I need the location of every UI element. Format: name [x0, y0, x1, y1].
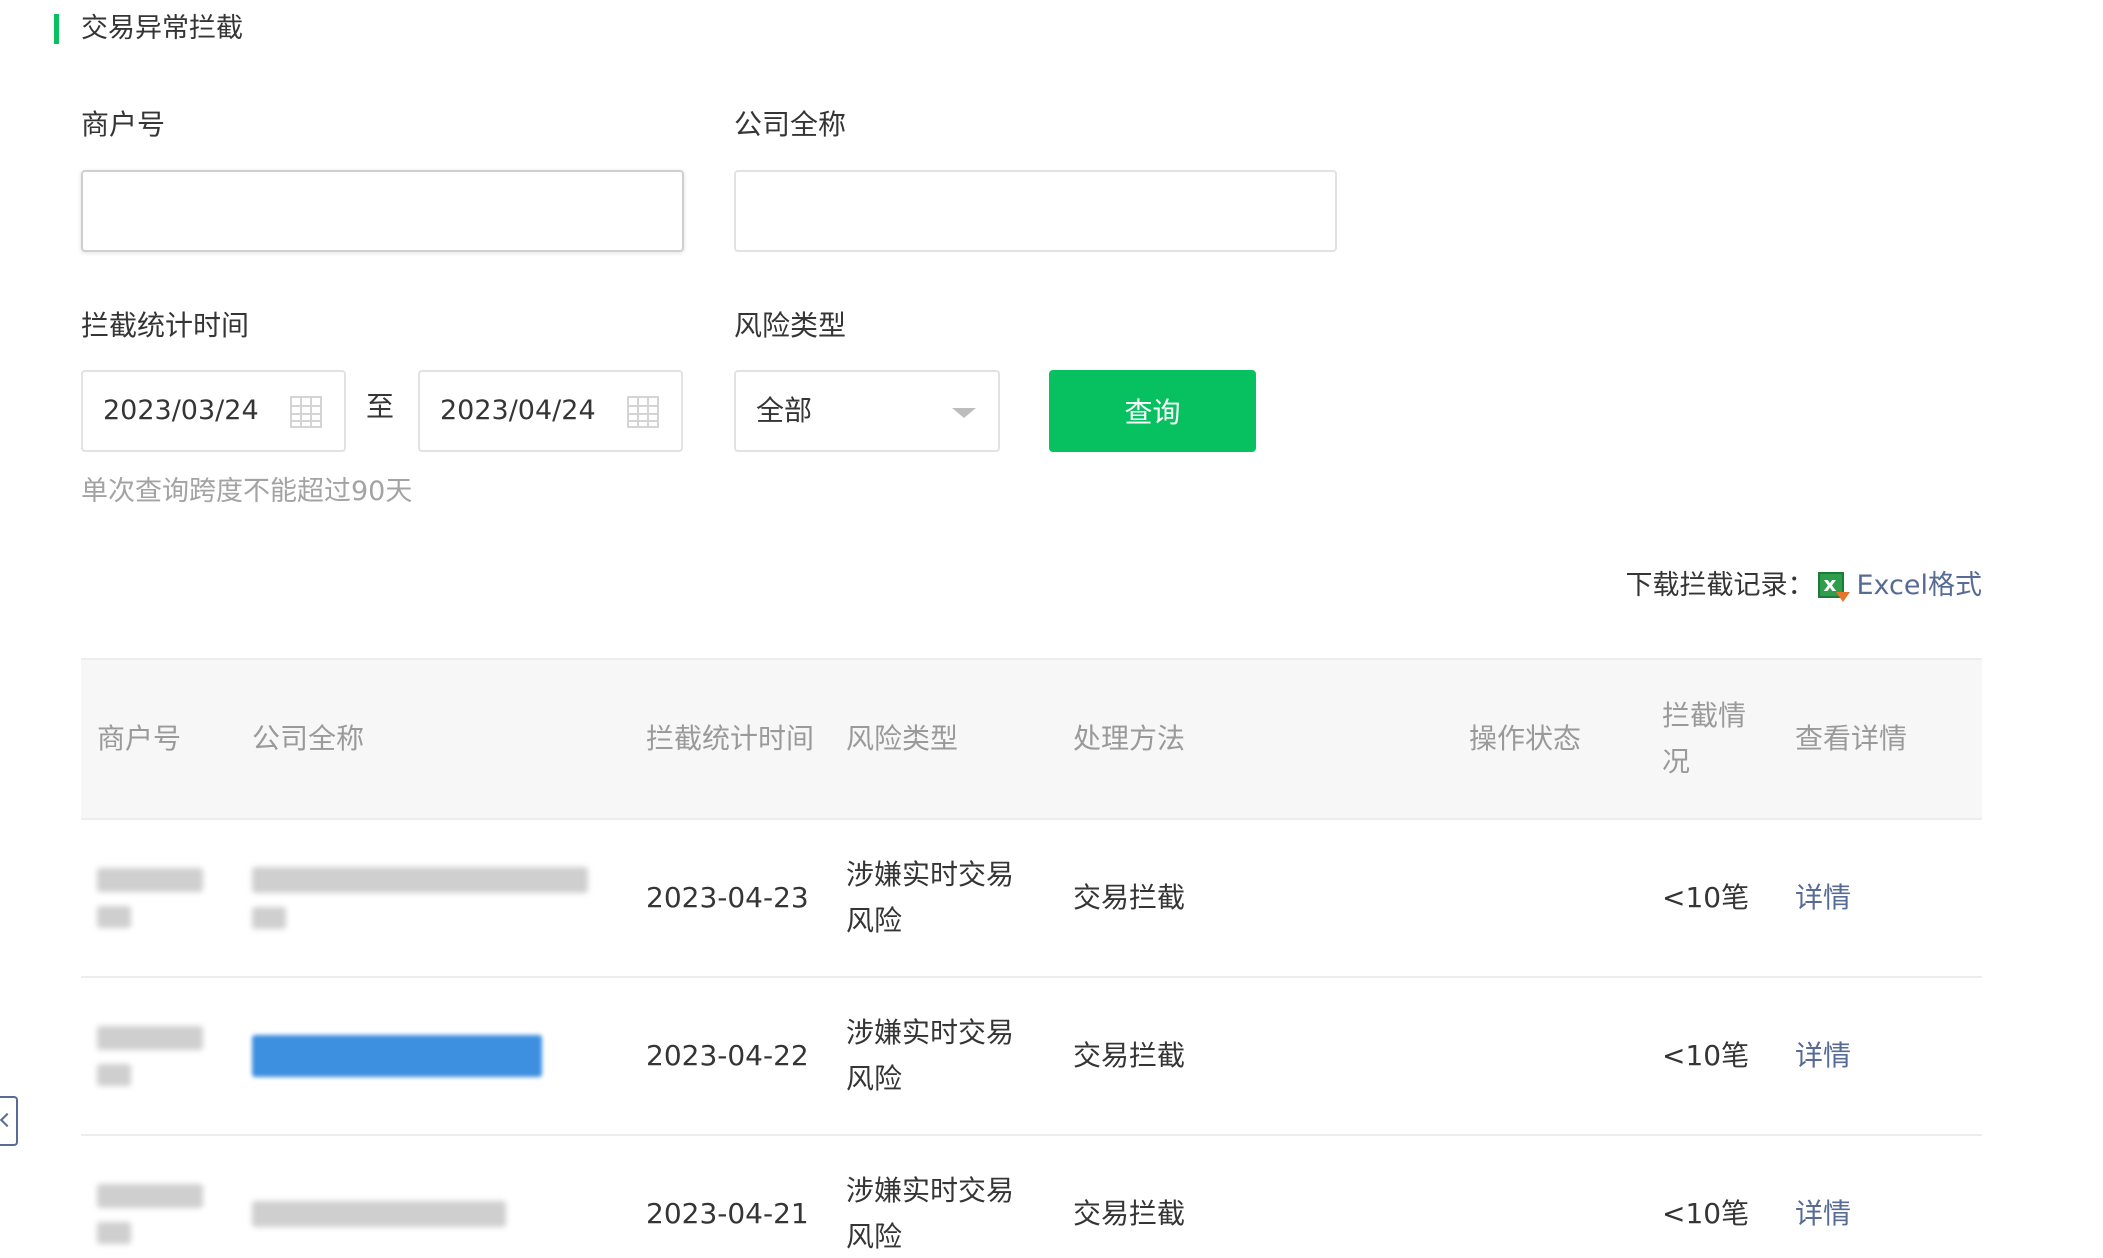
column-header: 拦截统计时间	[630, 658, 830, 820]
method-cell: 交易拦截	[1057, 1135, 1453, 1258]
interception-table: 商户号 公司全称 拦截统计时间 风险类型 处理方法 操作状态 拦截情况 查看详情	[81, 658, 1982, 1258]
status-cell	[1453, 819, 1646, 978]
end-date-value: 2023/04/24	[440, 395, 596, 426]
excel-file-icon: x	[1818, 572, 1851, 602]
column-header: 商户号	[81, 658, 236, 820]
risk-cell: 涉嫌实时交易风险	[830, 1135, 1057, 1258]
company-input[interactable]	[734, 170, 1337, 252]
risk-type-select[interactable]: 全部	[734, 370, 1000, 452]
time-range-label: 拦截统计时间	[81, 309, 250, 342]
download-records: 下载拦截记录： x Excel格式	[1625, 567, 1982, 605]
merchant-cell	[81, 1135, 236, 1258]
page: 交易异常拦截 商户号 公司全称 拦截统计时间 2023/03/24 至 2023…	[0, 0, 2103, 1258]
merchant-label: 商户号	[81, 108, 166, 141]
risk-type-value: 全部	[756, 394, 813, 427]
time-cell: 2023-04-23	[630, 819, 830, 978]
situation-cell: <10笔	[1646, 1135, 1779, 1258]
chevron-down-icon	[952, 408, 976, 418]
detail-link[interactable]: 详情	[1795, 881, 1851, 914]
detail-link[interactable]: 详情	[1795, 1039, 1851, 1072]
company-cell	[236, 1135, 630, 1258]
column-header: 拦截情况	[1646, 658, 1779, 820]
calendar-icon[interactable]	[290, 396, 322, 428]
table-row: 2023-04-23 涉嫌实时交易风险 交易拦截 <10笔 详情	[81, 819, 1982, 978]
table-row: 2023-04-21 涉嫌实时交易风险 交易拦截 <10笔 详情	[81, 1135, 1982, 1258]
redacted-company	[252, 867, 588, 893]
detail-cell: 详情	[1779, 1135, 1982, 1258]
download-label: 下载拦截记录：	[1625, 570, 1815, 601]
status-cell	[1453, 1135, 1646, 1258]
redacted-merchant	[97, 1184, 203, 1208]
detail-cell: 详情	[1779, 977, 1982, 1136]
detail-cell: 详情	[1779, 819, 1982, 978]
method-cell: 交易拦截	[1057, 819, 1453, 978]
risk-type-label: 风险类型	[734, 309, 847, 342]
chevron-left-icon	[0, 1112, 15, 1128]
detail-link[interactable]: 详情	[1795, 1197, 1851, 1230]
merchant-input[interactable]	[81, 170, 684, 252]
redacted-company	[252, 907, 286, 929]
risk-cell: 涉嫌实时交易风险	[830, 977, 1057, 1136]
excel-download-link[interactable]: Excel格式	[1856, 567, 1982, 605]
side-collapse-tab[interactable]	[0, 1096, 18, 1146]
risk-cell: 涉嫌实时交易风险	[830, 819, 1057, 978]
situation-cell: <10笔	[1646, 819, 1779, 978]
method-cell: 交易拦截	[1057, 977, 1453, 1136]
end-date-picker[interactable]: 2023/04/24	[418, 370, 683, 452]
redacted-merchant	[97, 1064, 131, 1086]
company-label: 公司全称	[734, 108, 847, 141]
title-accent-bar	[54, 14, 59, 44]
query-button[interactable]: 查询	[1049, 370, 1256, 452]
time-cell: 2023-04-21	[630, 1135, 830, 1258]
company-cell	[236, 819, 630, 978]
merchant-cell	[81, 819, 236, 978]
situation-cell: <10笔	[1646, 977, 1779, 1136]
redacted-merchant	[97, 868, 203, 892]
time-cell: 2023-04-22	[630, 977, 830, 1136]
column-header: 操作状态	[1453, 658, 1646, 820]
table-header-row: 商户号 公司全称 拦截统计时间 风险类型 处理方法 操作状态 拦截情况 查看详情	[81, 658, 1982, 820]
column-header: 风险类型	[830, 658, 1057, 820]
redacted-company	[252, 1201, 506, 1227]
date-span-hint: 单次查询跨度不能超过90天	[81, 476, 413, 507]
status-cell	[1453, 977, 1646, 1136]
redacted-merchant	[97, 1222, 131, 1244]
calendar-icon[interactable]	[627, 396, 659, 428]
merchant-cell	[81, 977, 236, 1136]
page-title: 交易异常拦截	[81, 13, 243, 44]
date-range-separator: 至	[366, 390, 395, 423]
column-header: 处理方法	[1057, 658, 1453, 820]
redacted-merchant	[97, 1026, 203, 1050]
redacted-merchant	[97, 906, 131, 928]
redacted-company	[252, 1035, 542, 1077]
column-header: 公司全称	[236, 658, 630, 820]
start-date-value: 2023/03/24	[103, 395, 259, 426]
table-row: 2023-04-22 涉嫌实时交易风险 交易拦截 <10笔 详情	[81, 977, 1982, 1136]
start-date-picker[interactable]: 2023/03/24	[81, 370, 346, 452]
company-cell	[236, 977, 630, 1136]
column-header: 查看详情	[1779, 658, 1982, 820]
